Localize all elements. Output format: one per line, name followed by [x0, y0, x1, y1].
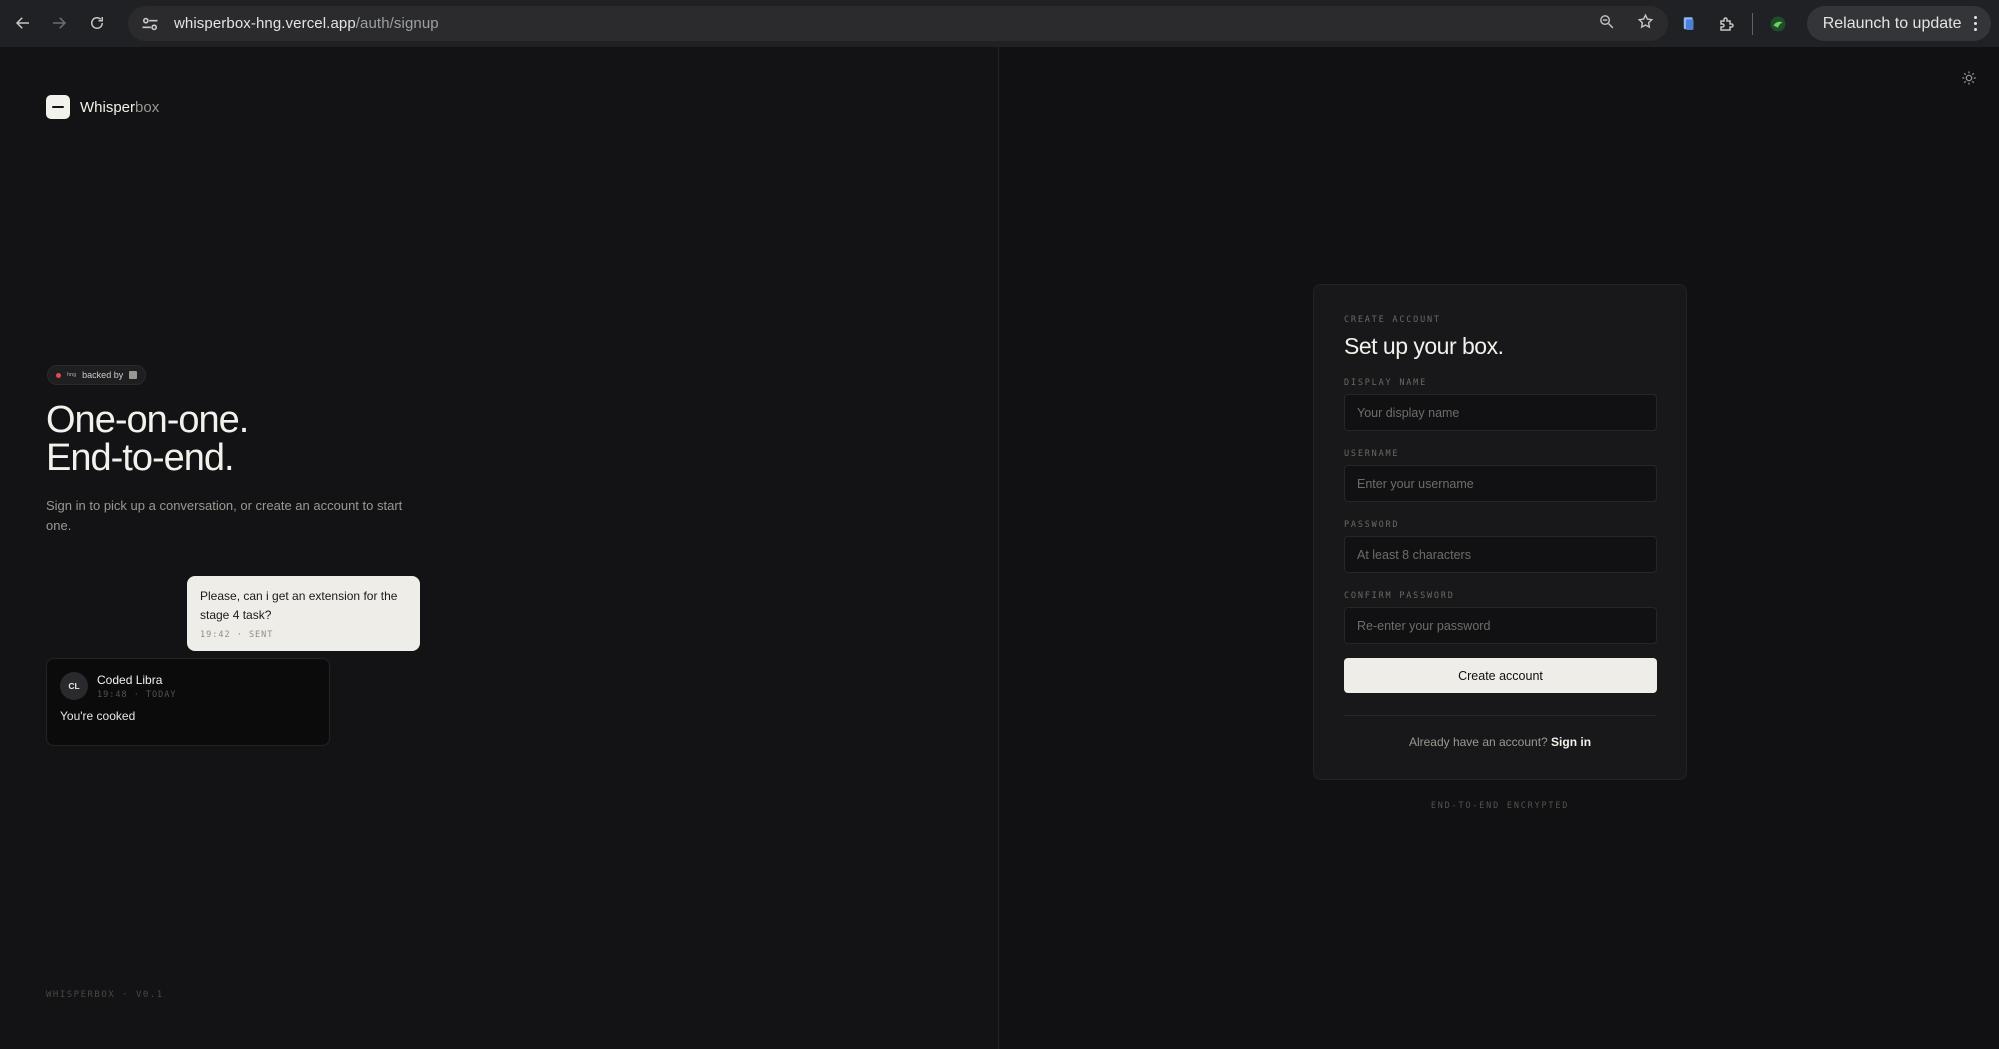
backed-by-badge: hng backed by: [47, 365, 147, 385]
back-icon[interactable]: [5, 5, 41, 41]
hero-line-2: End-to-end.: [46, 437, 235, 479]
reload-icon[interactable]: [79, 5, 115, 41]
hero-line-1: One-on-one.: [46, 399, 249, 441]
auth-panel: CREATE ACCOUNT Set up your box. DISPLAY …: [1000, 47, 1999, 1049]
sun-icon[interactable]: [1961, 70, 1977, 86]
address-bar[interactable]: whisperbox-hng.vercel.app/auth/signup: [128, 6, 1668, 41]
sent-message-bubble: Please, can i get an extension for the s…: [187, 576, 420, 651]
sent-message-text: Please, can i get an extension for the s…: [200, 589, 398, 622]
confirm-password-label: CONFIRM PASSWORD: [1344, 591, 1455, 601]
sign-in-link[interactable]: Sign in: [1551, 735, 1591, 749]
intro-panel: Whisperbox hng backed by One-on-one. End…: [0, 47, 999, 1049]
more-menu-icon[interactable]: [1973, 15, 1977, 32]
sender-name: Coded Libra: [97, 672, 163, 687]
forward-icon[interactable]: [41, 5, 77, 41]
site-settings-icon[interactable]: [140, 14, 160, 34]
toolbar-divider: [1751, 12, 1753, 35]
url-text: whisperbox-hng.vercel.app/auth/signup: [174, 15, 439, 32]
status-dot-icon: [56, 372, 61, 378]
hero-subtitle: Sign in to pick up a conversation, or cr…: [46, 498, 403, 533]
card-title: Set up your box.: [1344, 333, 1504, 359]
password-field-group: PASSWORD: [1344, 520, 1657, 573]
signup-card: CREATE ACCOUNT Set up your box. DISPLAY …: [1313, 284, 1687, 780]
relaunch-label: Relaunch to update: [1822, 14, 1962, 32]
hero-heading: One-on-one. End-to-end.: [46, 399, 249, 479]
received-message-meta: 19:48 · TODAY: [97, 689, 177, 700]
brand-name: Whisperbox: [80, 98, 160, 116]
browser-toolbar: whisperbox-hng.vercel.app/auth/signup Re…: [0, 0, 1999, 47]
confirm-password-input[interactable]: [1344, 607, 1657, 644]
relaunch-button[interactable]: Relaunch to update: [1806, 6, 1991, 41]
have-account-text: Already have an account?: [1408, 735, 1548, 749]
sent-message-meta: 19:42 · SENT: [200, 630, 274, 640]
username-field-group: USERNAME: [1344, 449, 1657, 502]
brand[interactable]: Whisperbox: [46, 95, 159, 119]
password-input[interactable]: [1344, 536, 1657, 573]
card-divider: [1344, 715, 1657, 716]
display-name-input[interactable]: [1344, 394, 1657, 431]
avatar: CL: [60, 672, 88, 700]
backer-logo-icon: [129, 371, 138, 379]
extension-doc-icon[interactable]: [1670, 6, 1708, 42]
profile-avatar-icon[interactable]: [1759, 6, 1797, 42]
extensions-puzzle-icon[interactable]: [1708, 6, 1746, 42]
zoom-icon[interactable]: [1598, 13, 1615, 35]
create-account-button[interactable]: Create account: [1344, 658, 1657, 693]
display-name-label: DISPLAY NAME: [1344, 378, 1428, 388]
bookmark-star-icon[interactable]: [1637, 12, 1654, 35]
display-name-field-group: DISPLAY NAME: [1344, 378, 1657, 431]
version-label: WHISPERBOX · V0.1: [46, 990, 164, 1000]
card-eyebrow: CREATE ACCOUNT: [1344, 315, 1441, 325]
whisperbox-logo-icon: [46, 95, 70, 119]
received-message-bubble: CL Coded Libra 19:48 · TODAY You're cook…: [46, 658, 330, 746]
username-input[interactable]: [1344, 465, 1657, 502]
username-label: USERNAME: [1344, 449, 1400, 459]
signin-prompt: Already have an account? Sign in: [1344, 735, 1656, 749]
page: Whisperbox hng backed by One-on-one. End…: [0, 47, 1999, 1049]
confirm-password-field-group: CONFIRM PASSWORD: [1344, 591, 1657, 644]
encryption-note: END-TO-END ENCRYPTED: [1430, 801, 1570, 811]
badge-tag: hng: [67, 372, 77, 378]
password-label: PASSWORD: [1344, 520, 1400, 530]
badge-text: backed by: [82, 370, 124, 380]
received-message-text: You're cooked: [60, 709, 136, 723]
